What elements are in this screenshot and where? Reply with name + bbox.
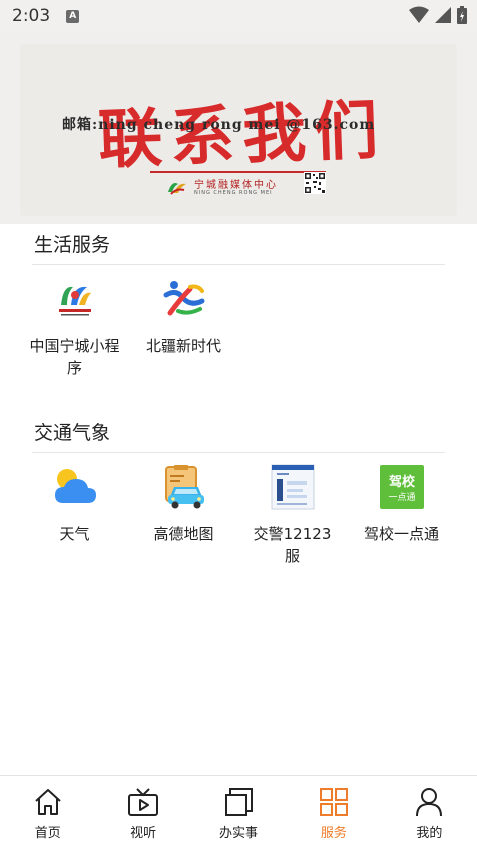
qr-code-icon (304, 172, 326, 194)
service-label: 高德地图 (153, 525, 214, 543)
nav-services[interactable]: 服务 (286, 776, 381, 849)
service-item-weather[interactable]: 天气 (20, 463, 129, 567)
signal-icon (435, 7, 451, 23)
wifi-icon (409, 6, 429, 23)
home-icon (32, 786, 64, 818)
org-logo-icon (168, 183, 186, 195)
service-label: 中国宁城小程序 (29, 337, 120, 377)
service-item-beijiang[interactable]: 北疆新时代 (129, 275, 238, 379)
status-icons (409, 6, 467, 24)
beijiang-logo-icon (160, 275, 208, 323)
nav-label: 服务 (320, 826, 347, 841)
driving-school-icon: 驾校 一点通 (378, 463, 426, 511)
notification-icon: A (66, 9, 80, 23)
amap-icon (160, 463, 208, 511)
banner-divider (150, 171, 326, 173)
nav-label: 视听 (130, 826, 157, 841)
section-title: 交通气象 (34, 422, 111, 444)
services-grid: 中国宁城小程序 北疆新时代 (20, 265, 457, 379)
nav-profile[interactable]: 我的 (382, 776, 477, 849)
nav-media[interactable]: 视听 (95, 776, 190, 849)
weather-icon (51, 463, 99, 511)
contact-banner[interactable]: 联系我们 邮箱:ning cheng rong mei @163.com 宁城融… (20, 44, 457, 216)
nav-tasks[interactable]: 办实事 (191, 776, 286, 849)
battery-icon (457, 6, 467, 24)
service-label: 天气 (59, 525, 90, 543)
status-time: 2:03 (12, 6, 51, 26)
section-traffic-weather: 交通气象 天气 高德地图 交警12123服 驾校 一点通 驾校一点通 (20, 414, 457, 567)
section-life-services: 生活服务 中国宁城小程序 北疆新时代 (20, 226, 457, 379)
status-bar: 2:03 A (0, 0, 477, 32)
nav-label: 办实事 (219, 826, 259, 841)
service-label: 交警12123服 (253, 525, 332, 565)
driving-badge-top: 驾校 (388, 474, 415, 490)
stack-icon (223, 786, 255, 818)
nav-home[interactable]: 首页 (0, 776, 95, 849)
bottom-nav: 首页 视听 办实事 服务 我的 (0, 775, 477, 849)
nav-label: 首页 (34, 826, 61, 841)
service-item-driving-school[interactable]: 驾校 一点通 驾校一点通 (347, 463, 456, 567)
service-label: 驾校一点通 (363, 525, 439, 543)
banner-org-name: 宁城融媒体中心 (194, 180, 278, 191)
grid-icon (318, 786, 350, 818)
person-icon (413, 786, 445, 818)
banner-org-name-en: NING CHENG RONG MEI (194, 190, 273, 196)
section-title: 生活服务 (34, 234, 111, 256)
nav-label: 我的 (416, 826, 443, 841)
service-item-traffic-police[interactable]: 交警12123服 (238, 463, 347, 567)
traffic-police-icon (269, 463, 317, 511)
service-label: 北疆新时代 (145, 337, 221, 355)
service-item-amap[interactable]: 高德地图 (129, 463, 238, 567)
banner-email: 邮箱:ning cheng rong mei @163.com (62, 117, 376, 133)
ningcheng-logo-icon (51, 275, 99, 323)
service-item-ningcheng[interactable]: 中国宁城小程序 (20, 275, 129, 379)
driving-badge-bottom: 一点通 (388, 492, 415, 503)
traffic-grid: 天气 高德地图 交警12123服 驾校 一点通 驾校一点通 (20, 453, 457, 567)
tv-play-icon (127, 786, 159, 818)
